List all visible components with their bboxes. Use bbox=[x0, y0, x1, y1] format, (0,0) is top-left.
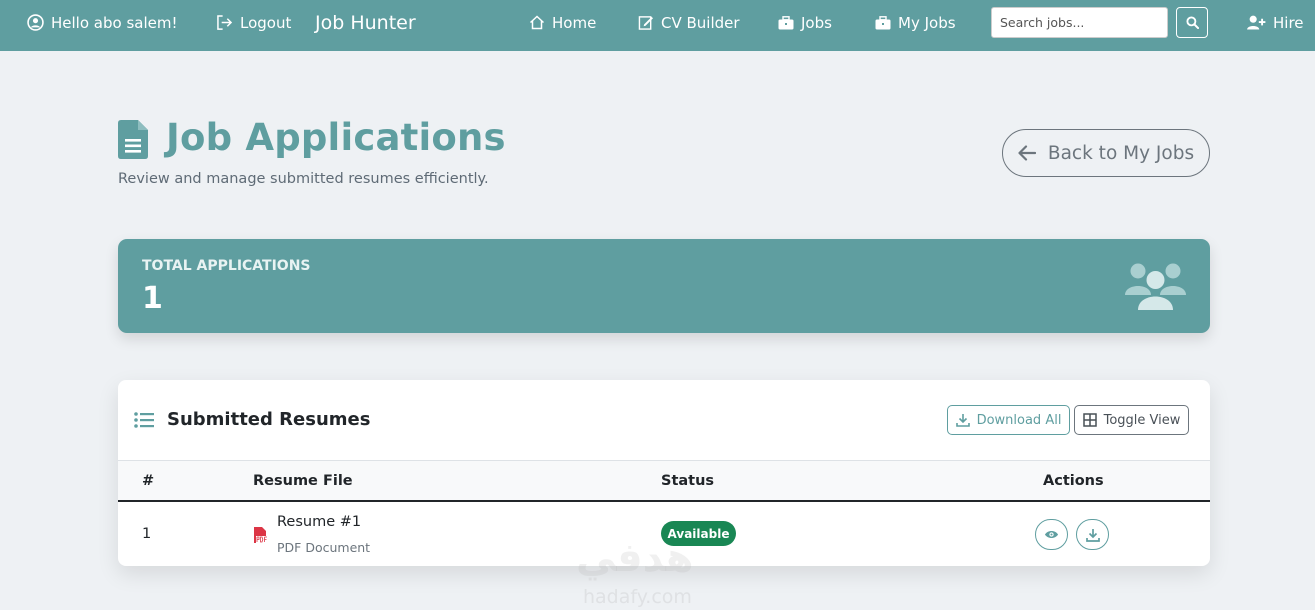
users-icon bbox=[1125, 263, 1186, 310]
edit-icon bbox=[638, 16, 654, 30]
pdf-file-icon bbox=[254, 527, 269, 543]
toggle-view-label: Toggle View bbox=[1103, 412, 1181, 428]
briefcase-icon bbox=[778, 15, 794, 29]
nav-my-jobs[interactable]: My Jobs bbox=[875, 0, 956, 45]
table-header: # Resume File Status Actions bbox=[118, 460, 1210, 502]
logout-link[interactable]: Logout bbox=[216, 0, 291, 45]
navbar: Hello abo salem! Logout Job Hunter Home … bbox=[0, 0, 1315, 51]
home-icon bbox=[529, 15, 545, 30]
user-plus-icon bbox=[1247, 15, 1266, 30]
nav-cv-builder-label: CV Builder bbox=[661, 13, 740, 32]
page-title: Job Applications bbox=[166, 116, 506, 159]
toggle-view-button[interactable]: Toggle View bbox=[1074, 405, 1189, 435]
nav-jobs-label: Jobs bbox=[801, 13, 832, 32]
column-header-actions: Actions bbox=[1043, 473, 1104, 489]
nav-my-jobs-label: My Jobs bbox=[898, 13, 956, 32]
stat-label: TOTAL APPLICATIONS bbox=[142, 258, 311, 274]
eye-icon bbox=[1044, 530, 1059, 539]
download-icon bbox=[1085, 528, 1100, 542]
user-circle-icon bbox=[27, 14, 44, 31]
stat-value: 1 bbox=[142, 281, 163, 316]
back-to-my-jobs-button[interactable]: Back to My Jobs bbox=[1002, 129, 1210, 177]
total-applications-card: TOTAL APPLICATIONS 1 bbox=[118, 239, 1210, 333]
nav-home-label: Home bbox=[552, 13, 597, 32]
download-icon bbox=[955, 414, 970, 427]
download-all-label: Download All bbox=[976, 412, 1062, 428]
logout-label: Logout bbox=[240, 13, 292, 32]
column-header-status: Status bbox=[661, 473, 715, 489]
user-greeting: Hello abo salem! bbox=[27, 0, 177, 45]
file-document-icon bbox=[118, 120, 148, 159]
watermark-url: hadafy.com bbox=[583, 586, 692, 608]
view-resume-button[interactable] bbox=[1035, 519, 1068, 550]
nav-cv-builder[interactable]: CV Builder bbox=[638, 0, 740, 45]
watermark-brand: هدفي bbox=[576, 535, 694, 581]
brand-logo[interactable]: Job Hunter bbox=[315, 0, 416, 45]
search-input[interactable] bbox=[991, 7, 1168, 38]
logout-icon bbox=[217, 15, 233, 30]
nav-home[interactable]: Home bbox=[529, 0, 596, 45]
grid-icon bbox=[1082, 413, 1097, 427]
nav-hire-label: Hire bbox=[1273, 13, 1304, 32]
column-header-number: # bbox=[142, 473, 155, 489]
resume-file-name[interactable]: Resume #1 bbox=[277, 514, 361, 530]
arrow-left-icon bbox=[1018, 145, 1036, 161]
back-button-label: Back to My Jobs bbox=[1047, 142, 1195, 164]
resume-file-type: PDF Document bbox=[277, 540, 371, 555]
nav-hire[interactable]: Hire bbox=[1246, 0, 1304, 45]
list-icon bbox=[134, 412, 154, 428]
nav-jobs[interactable]: Jobs bbox=[778, 0, 832, 45]
page-subtitle: Review and manage submitted resumes effi… bbox=[118, 171, 489, 187]
download-resume-button[interactable] bbox=[1076, 519, 1109, 550]
greeting-text: Hello abo salem! bbox=[51, 13, 178, 32]
card-title: Submitted Resumes bbox=[167, 409, 371, 430]
row-number: 1 bbox=[142, 526, 152, 542]
briefcase-icon bbox=[875, 15, 891, 29]
search-button[interactable] bbox=[1176, 7, 1208, 38]
column-header-resume-file: Resume File bbox=[253, 473, 353, 489]
search-icon bbox=[1185, 16, 1199, 29]
download-all-button[interactable]: Download All bbox=[947, 405, 1070, 435]
